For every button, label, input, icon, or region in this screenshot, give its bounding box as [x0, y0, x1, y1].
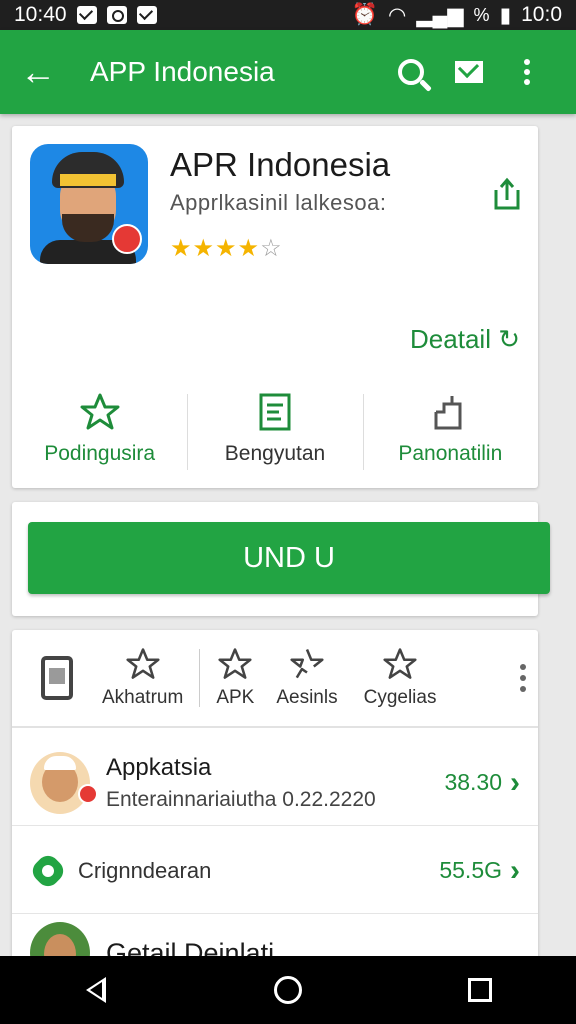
back-arrow-icon[interactable]: ← — [20, 51, 74, 93]
battery-percent: % — [473, 4, 490, 25]
overflow-menu-button[interactable] — [498, 59, 556, 85]
detail-link[interactable]: Deatail ↻ — [410, 324, 520, 355]
list-item-size: 55.5G — [439, 857, 502, 883]
app-icon — [30, 144, 148, 264]
app-bar: ← APP Indonesia — [0, 30, 576, 114]
detail-link-label: Deatail — [410, 324, 491, 354]
list-item[interactable]: Crignndearan 55.5G › — [12, 828, 538, 914]
chevron-right-icon: › — [510, 765, 520, 799]
list-item-title: Crignndearan — [78, 857, 212, 883]
share-icon[interactable] — [492, 176, 522, 212]
phone-category[interactable] — [12, 656, 102, 700]
search-button[interactable] — [382, 59, 440, 85]
wifi-icon: ◠ — [388, 3, 407, 27]
mail-icon — [455, 61, 483, 83]
install-button[interactable]: UND U — [28, 522, 550, 594]
list-item-subtitle: Enterainnariaiutha 0.22.2220 — [106, 787, 376, 811]
refresh-icon: ↻ — [498, 324, 520, 354]
star-outline-icon — [383, 648, 417, 679]
category-label: APK — [216, 687, 255, 708]
app-name: APR Indonesia — [170, 146, 391, 183]
category-label: Aesinls — [276, 687, 338, 708]
install-card: UND U — [12, 502, 550, 616]
avatar — [30, 751, 90, 814]
verified-badge-icon — [34, 857, 62, 885]
app-actions: Podingusira Bengyutan Panonatilin — [12, 386, 538, 472]
action-favorite[interactable]: Podingusira — [12, 386, 187, 472]
recents-square-icon — [468, 978, 492, 1002]
back-triangle-icon — [86, 977, 106, 1003]
action-device[interactable]: Panonatilin — [362, 386, 538, 472]
category-item[interactable]: Akhatrum — [102, 647, 183, 709]
divider — [199, 649, 201, 707]
badge-icon — [78, 784, 98, 804]
signal-icon: ▂▄▆ — [416, 3, 464, 27]
status-time-right: 10:0 — [521, 3, 562, 26]
device-icon — [434, 396, 462, 430]
star-outline-icon — [218, 648, 252, 679]
app-info-card: APR Indonesia Apprlkasinil lalkesoa: ★★★… — [12, 126, 538, 488]
category-item[interactable]: Aesinls — [276, 647, 338, 709]
details-card: Akhatrum APK Aesinls Cygelias Appkatsia … — [12, 630, 538, 990]
more-vert-icon[interactable] — [520, 664, 526, 692]
nav-back-button[interactable] — [76, 970, 116, 1010]
home-circle-icon — [274, 976, 302, 1004]
star-filled-icon: ★ — [170, 235, 193, 262]
star-filled-icon: ★ — [237, 235, 261, 262]
star-filled-icon: ★ — [215, 235, 238, 262]
category-item[interactable]: APK — [216, 647, 254, 709]
battery-icon: ▮ — [499, 3, 512, 27]
status-bar: 10:40 ⏰ ◠ ▂▄▆ % ▮ 10:0 — [0, 0, 576, 30]
star-broken-icon — [290, 649, 324, 679]
category-label: Cygelias — [363, 687, 437, 708]
star-outline-icon — [126, 648, 160, 679]
app-bar-title: APP Indonesia — [90, 56, 275, 87]
category-item[interactable]: Cygelias — [363, 647, 437, 709]
category-row: Akhatrum APK Aesinls Cygelias — [12, 630, 538, 728]
notification-gmail-icon — [136, 6, 157, 24]
star-outline-icon — [80, 393, 120, 430]
chevron-right-icon: › — [510, 853, 520, 887]
action-info-label: Bengyutan — [224, 442, 326, 465]
rating-stars: ★★★★☆ — [170, 234, 283, 263]
status-time: 10:40 — [14, 3, 67, 26]
action-device-label: Panonatilin — [398, 442, 503, 465]
alarm-icon: ⏰ — [351, 3, 379, 26]
nav-home-button[interactable] — [268, 970, 308, 1010]
notification-camera-icon — [106, 6, 127, 24]
document-icon — [259, 393, 291, 431]
star-empty-icon: ☆ — [260, 235, 283, 262]
list-item[interactable]: Appkatsia Enterainnariaiutha 0.22.2220 3… — [12, 740, 538, 826]
app-subtitle: Apprlkasinil lalkesoa: — [170, 190, 387, 215]
search-icon — [398, 59, 424, 85]
nav-recents-button[interactable] — [460, 970, 500, 1010]
star-filled-icon: ★ — [192, 235, 216, 262]
list-item-title: Appkatsia — [106, 753, 212, 781]
mail-button[interactable] — [440, 61, 498, 83]
list-item-size: 38.30 — [444, 769, 502, 795]
phone-icon — [41, 656, 73, 700]
system-nav-bar — [0, 956, 576, 1024]
category-label: Akhatrum — [102, 687, 184, 708]
action-info[interactable]: Bengyutan — [187, 386, 362, 472]
action-favorite-label: Podingusira — [44, 442, 156, 465]
more-vert-icon — [524, 59, 530, 85]
notification-mail-icon — [76, 6, 97, 24]
